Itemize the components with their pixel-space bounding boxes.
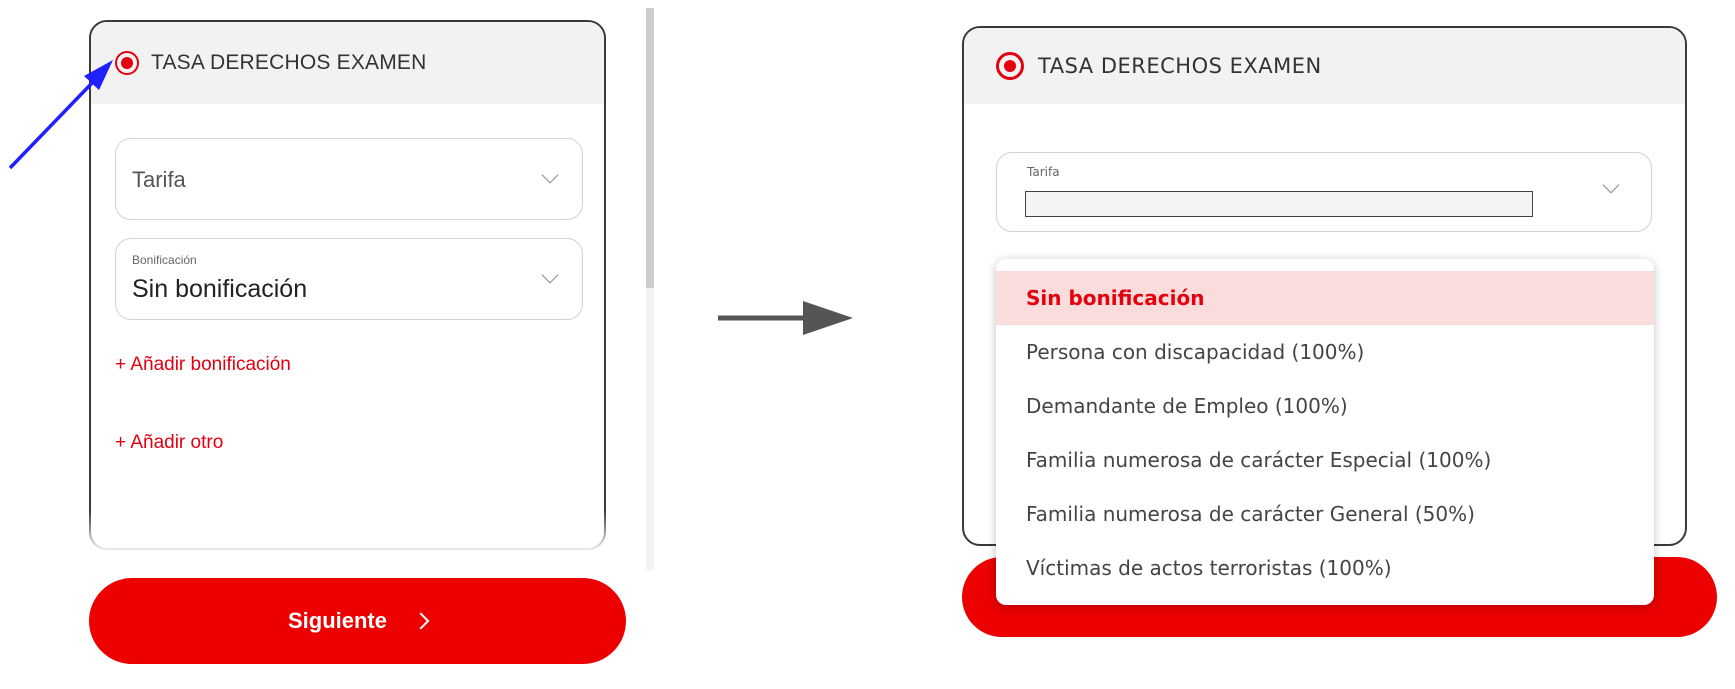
tarifa-label: Tarifa <box>1027 165 1060 179</box>
bonificacion-dropdown: Sin bonificación Persona con discapacida… <box>996 259 1654 605</box>
dropdown-option[interactable]: Familia numerosa de carácter Especial (1… <box>996 433 1654 487</box>
dropdown-option-selected[interactable]: Sin bonificación <box>996 271 1654 325</box>
dropdown-option[interactable]: Demandante de Empleo (100%) <box>996 379 1654 433</box>
dropdown-option[interactable]: Víctimas de actos terroristas (100%) <box>996 541 1654 595</box>
chevron-down-icon <box>1602 176 1620 194</box>
right-arrow-icon <box>718 301 853 335</box>
blue-arrow-icon <box>8 60 113 170</box>
redacted-value <box>1025 191 1533 217</box>
tarifa-select[interactable]: Tarifa <box>996 152 1652 232</box>
section-title: TASA DERECHOS EXAMEN <box>1038 54 1322 78</box>
dropdown-option[interactable]: Familia numerosa de carácter General (50… <box>996 487 1654 541</box>
dropdown-option[interactable]: Persona con discapacidad (100%) <box>996 325 1654 379</box>
radio-selected-icon[interactable] <box>996 52 1024 80</box>
section-header: TASA DERECHOS EXAMEN <box>964 28 1685 104</box>
